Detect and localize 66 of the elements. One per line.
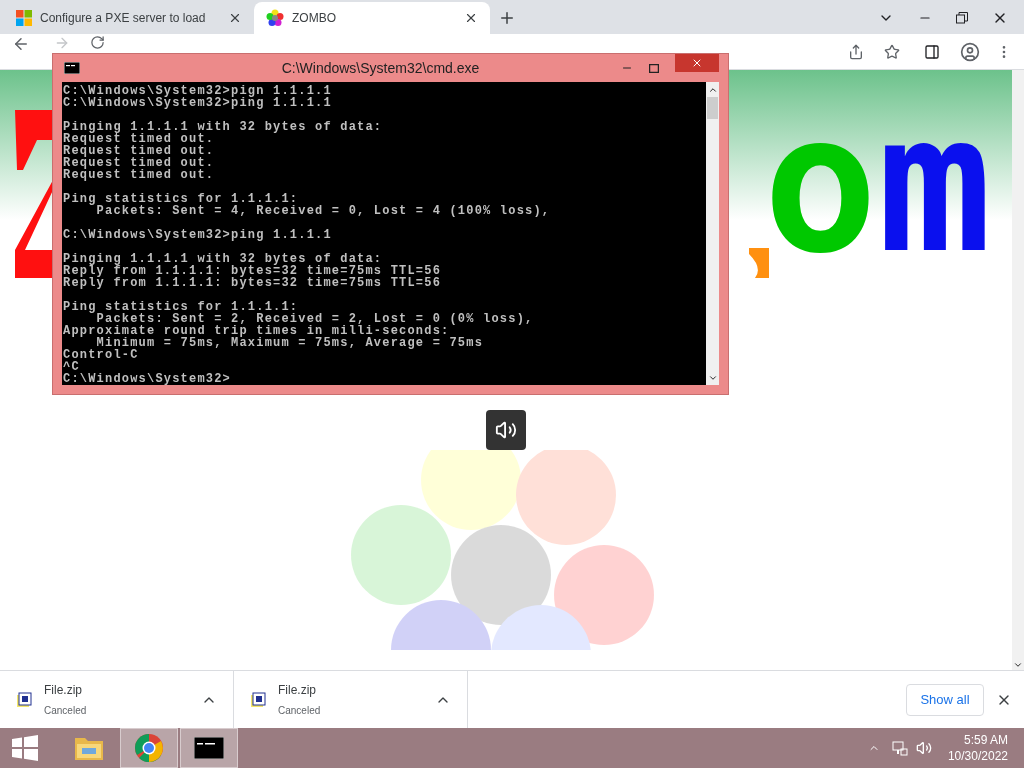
restore-icon[interactable] <box>956 12 968 24</box>
share-icon[interactable] <box>848 43 864 60</box>
logo-letter: m <box>877 90 992 280</box>
console-scrollbar[interactable] <box>706 82 719 385</box>
speaker-icon <box>495 419 517 441</box>
volume-icon[interactable] <box>915 740 932 756</box>
logo-letter: o <box>763 90 878 280</box>
maximize-icon[interactable] <box>649 63 659 73</box>
console-line: Packets: Sent = 2, Received = 2, Lost = 0 (0% loss), <box>96 313 534 325</box>
show-all-button[interactable]: Show all <box>906 683 984 716</box>
console-icon <box>64 62 80 74</box>
flower-icon <box>266 9 284 27</box>
scroll-down-icon[interactable] <box>707 373 718 383</box>
sound-button[interactable] <box>486 410 526 450</box>
new-tab-icon[interactable] <box>498 9 516 27</box>
console-line: Request timed out. <box>63 133 215 145</box>
download-filename[interactable]: File.zip <box>278 681 423 699</box>
chrome-icon <box>134 733 164 763</box>
console-line: Pinging 1.1.1.1 with 32 bytes of data: <box>63 121 383 133</box>
page-scrollbar[interactable] <box>1012 70 1024 670</box>
console-line: C:\Windows\System32>ping 1.1.1.1 <box>63 97 332 109</box>
console-line: Request timed out. <box>63 145 215 157</box>
close-icon[interactable] <box>464 11 478 25</box>
taskbar-app[interactable] <box>180 728 238 768</box>
download-filename[interactable]: File.zip <box>44 681 189 699</box>
close-icon[interactable] <box>228 11 242 25</box>
tab-title: ZOMBO <box>292 10 336 27</box>
console-line: Packets: Sent = 4, Received = 0, Lost = 4 (100% loss), <box>96 205 551 217</box>
windows-logo-icon <box>16 10 32 26</box>
console-line: Pinging 1.1.1.1 with 32 bytes of data: <box>63 253 383 265</box>
console-line: C:\Windows\System32>ping 1.1.1.1 <box>63 229 332 241</box>
windows-start-icon[interactable] <box>12 735 38 761</box>
console-line: ^C <box>63 361 80 373</box>
clock-time[interactable]: 5:59 AM <box>963 732 1008 748</box>
profile-icon[interactable] <box>960 41 980 62</box>
console-line: Reply from 1.1.1.1: bytes=32 time=75ms TTL=56 <box>63 265 442 277</box>
console-line: Request timed out. <box>63 169 215 181</box>
browser-tab[interactable]: Configure a PXE server to load <box>4 2 254 34</box>
console-line: Request timed out. <box>63 157 215 169</box>
side-panel-icon[interactable] <box>924 43 940 60</box>
console-line: Control-C <box>63 349 139 361</box>
bookmark-star-icon[interactable] <box>884 43 900 60</box>
console-line: Approximate round trip times in milli-seconds: <box>63 325 450 337</box>
download-status: Canceled <box>44 704 88 718</box>
scroll-up-icon[interactable] <box>707 85 718 95</box>
reload-icon[interactable] <box>90 35 105 50</box>
tab-title: Configure a PXE server to load <box>40 10 206 27</box>
console-line: Ping statistics for 1.1.1.1: <box>63 301 299 313</box>
console-icon <box>194 737 224 759</box>
close-icon <box>691 57 703 69</box>
console-line: C:\Windows\System32>pign 1.1.1.1 <box>63 85 332 97</box>
logo-fragment-drawing <box>749 248 770 278</box>
zip-file-icon <box>250 691 266 708</box>
download-status: Canceled <box>278 704 322 718</box>
zip-file-icon <box>16 691 32 708</box>
scroll-down-icon[interactable] <box>1013 660 1023 670</box>
console-line: Minimum = 75ms, Maximum = 75ms, Average = 75ms <box>96 337 484 349</box>
back-icon[interactable] <box>12 35 30 53</box>
console-line: Reply from 1.1.1.1: bytes=32 time=75ms TTL=56 <box>63 277 442 289</box>
console-line: C:\Windows\System32> <box>63 373 232 385</box>
clock-date[interactable]: 10/30/2022 <box>947 748 1008 764</box>
window-title: C:\Windows\System32\cmd.exe <box>280 58 481 78</box>
console-line: Ping statistics for 1.1.1.1: <box>63 193 299 205</box>
browser-tab[interactable]: ZOMBO <box>254 2 490 34</box>
scroll-thumb[interactable] <box>707 97 718 119</box>
network-icon[interactable] <box>891 740 908 756</box>
